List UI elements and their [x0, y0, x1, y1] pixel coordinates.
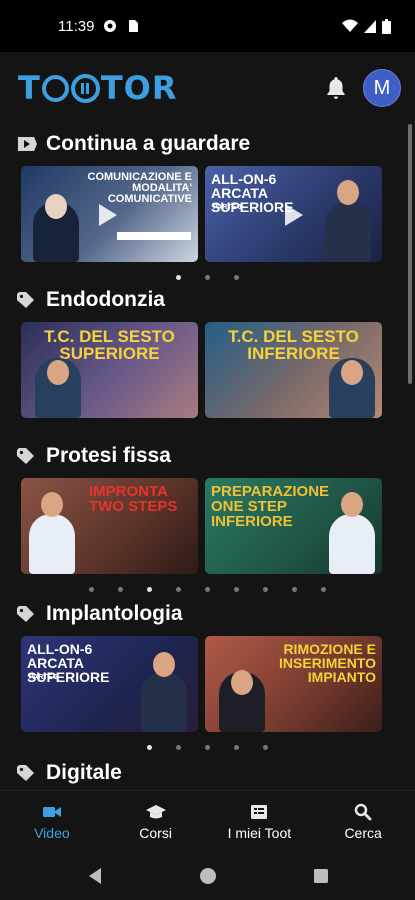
list-icon	[251, 804, 268, 819]
user-avatar[interactable]: M	[363, 69, 401, 107]
carousel-dot[interactable]	[176, 587, 181, 592]
notifications-bell-icon[interactable]	[323, 75, 349, 101]
presenter-head	[341, 492, 363, 517]
video-title: PREPARAZIONE ONE STEP INFERIORE	[211, 483, 330, 530]
video-title: IMPRONTA TWO STEPS	[89, 483, 178, 515]
tag-icon	[17, 765, 34, 781]
section-title: Protesi fissa	[46, 444, 171, 467]
presenter-head	[47, 360, 69, 385]
video-title: T.C. DEL SESTO SUPERIORE	[44, 327, 175, 363]
sim-card-icon	[129, 20, 139, 32]
video-feed[interactable]: Continua a guardare COMUNICAZIONE E MODA…	[0, 124, 415, 790]
presenter-figure	[29, 514, 75, 574]
nav-cerca[interactable]: Cerca	[311, 791, 415, 852]
presenter-figure	[141, 672, 187, 732]
presenter-head	[337, 180, 359, 205]
video-card[interactable]: PREPARAZIONE ONE STEP INFERIORE	[205, 478, 382, 574]
logo-ring	[41, 74, 69, 102]
carousel-dot[interactable]	[205, 275, 210, 280]
section-continua-a-guardare: Continua a guardare COMUNICAZIONE E MODA…	[0, 127, 415, 283]
video-title: COMUNICAZIONE E MODALITA' COMUNICATIVE	[87, 171, 193, 205]
carousel-dot[interactable]	[118, 587, 123, 592]
carousel-dot[interactable]	[147, 745, 152, 750]
carousel-dot[interactable]	[292, 587, 297, 592]
video-part: PARTE 2	[29, 674, 59, 681]
carousel-dot[interactable]	[205, 587, 210, 592]
carousel-dot[interactable]	[89, 587, 94, 592]
app-notification-icon	[104, 20, 117, 32]
video-card[interactable]: T.C. DEL SESTO INFERIORE	[205, 322, 382, 418]
section-title: Continua a guardare	[46, 132, 251, 155]
video-title: T.C. DEL SESTO INFERIORE	[228, 327, 359, 363]
tootor-logo[interactable]: T TOR	[18, 69, 178, 107]
system-navigation	[0, 852, 415, 900]
search-icon	[354, 803, 372, 820]
presenter-head	[153, 652, 175, 677]
carousel-dots	[0, 275, 415, 283]
tag-icon	[17, 606, 34, 622]
carousel-dot[interactable]	[176, 275, 181, 280]
presenter-head	[341, 360, 363, 385]
nav-label: I miei Toot	[227, 824, 292, 841]
presenter-figure	[325, 202, 371, 262]
play-icon[interactable]	[285, 204, 303, 226]
section-protesi-fissa: Protesi fissa IMPRONTA TWO STEPS PREPARA…	[0, 439, 415, 595]
avatar-letter: M	[373, 76, 391, 99]
section-title: Digitale	[46, 761, 122, 784]
carousel-dot[interactable]	[263, 745, 268, 750]
presenter-figure	[329, 514, 375, 574]
carousel-dot[interactable]	[234, 587, 239, 592]
video-camera-icon	[42, 806, 61, 817]
play-history-icon	[18, 137, 37, 151]
video-card[interactable]: ALL-ON-6 ARCATA SUPERIORE PARTE 2	[21, 636, 198, 732]
bottom-navigation: Video Corsi I miei Toot Cerca	[0, 790, 415, 852]
app-bar: T TOR M	[0, 52, 415, 124]
carousel-dot[interactable]	[263, 587, 268, 592]
tag-icon	[17, 292, 34, 308]
graduation-cap-icon	[145, 804, 166, 818]
play-icon[interactable]	[99, 204, 117, 226]
name-banner	[117, 232, 191, 240]
nav-i-miei-toot[interactable]: I miei Toot	[208, 791, 312, 852]
section-title: Endodonzia	[46, 288, 165, 311]
recents-icon[interactable]	[313, 868, 329, 884]
wifi-icon	[342, 19, 358, 32]
presenter-head	[231, 670, 253, 695]
video-card[interactable]: T.C. DEL SESTO SUPERIORE	[21, 322, 198, 418]
status-time: 11:39	[58, 17, 95, 35]
logo-letter-t: T	[18, 69, 41, 107]
video-part: PARTE 1	[213, 204, 243, 211]
video-card[interactable]: RIMOZIONE E INSERIMENTO IMPIANTO	[205, 636, 382, 732]
carousel-dot[interactable]	[147, 587, 152, 592]
carousel-dots	[0, 745, 415, 753]
section-implantologia: Implantologia ALL-ON-6 ARCATA SUPERIORE …	[0, 597, 415, 753]
video-card[interactable]: IMPRONTA TWO STEPS	[21, 478, 198, 574]
section-endodonzia: Endodonzia T.C. DEL SESTO SUPERIORE T.C.…	[0, 283, 415, 418]
nav-label: Cerca	[344, 824, 382, 841]
section-digitale: Digitale	[0, 756, 415, 790]
nav-video[interactable]: Video	[0, 791, 104, 852]
home-icon[interactable]	[199, 867, 217, 885]
section-title: Implantologia	[46, 602, 183, 625]
video-card[interactable]: COMUNICAZIONE E MODALITA' COMUNICATIVE	[21, 166, 198, 262]
back-icon[interactable]	[87, 867, 103, 885]
carousel-dot[interactable]	[234, 275, 239, 280]
signal-icon	[364, 19, 376, 33]
nav-corsi[interactable]: Corsi	[104, 791, 208, 852]
nav-label: Corsi	[139, 824, 172, 841]
logo-ring-pause	[70, 73, 100, 103]
video-card[interactable]: ALL-ON-6 ARCATA SUPERIORE PARTE 1	[205, 166, 382, 262]
carousel-dots	[0, 587, 415, 595]
carousel-dot[interactable]	[321, 587, 326, 592]
presenter-head	[41, 492, 63, 517]
tag-icon	[17, 448, 34, 464]
carousel-dot[interactable]	[205, 745, 210, 750]
logo-letters-tor: TOR	[100, 69, 178, 107]
presenter-head	[45, 194, 67, 219]
battery-icon	[382, 18, 391, 34]
status-bar: 11:39	[0, 0, 415, 52]
carousel-dot[interactable]	[176, 745, 181, 750]
carousel-dot[interactable]	[234, 745, 239, 750]
nav-label: Video	[34, 824, 70, 841]
